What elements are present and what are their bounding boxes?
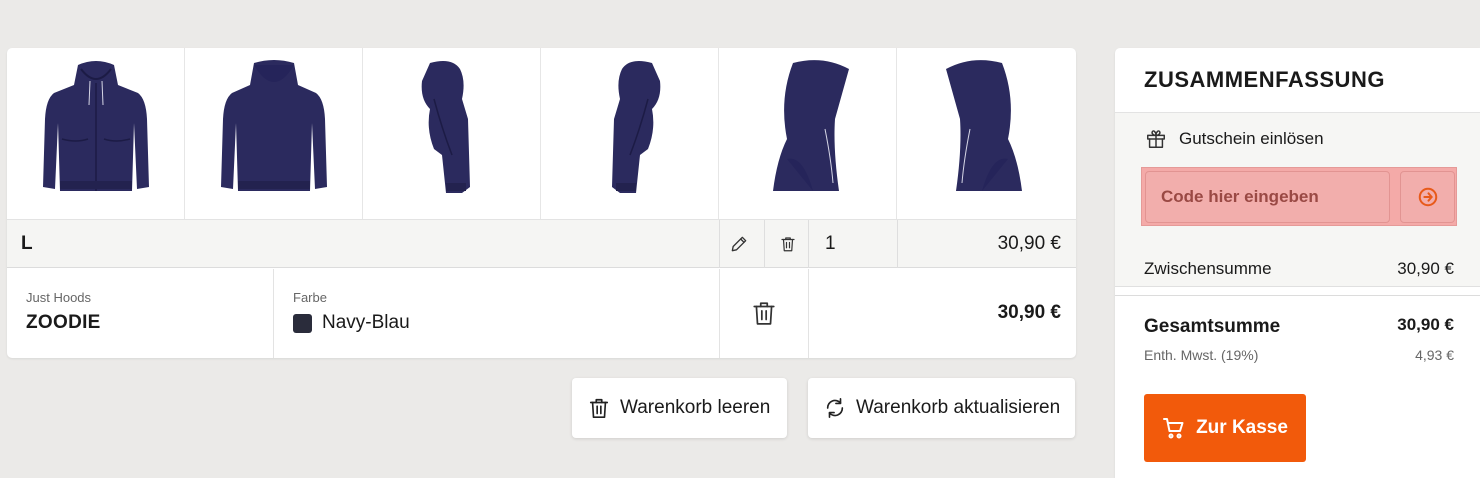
coupon-toggle[interactable]: Gutschein einlösen <box>1145 128 1324 150</box>
divider <box>897 220 898 268</box>
color-swatch <box>293 313 312 333</box>
divider <box>764 220 765 268</box>
product-image-hood-right[interactable] <box>897 48 1076 219</box>
subtotal-value: 30,90 € <box>1397 259 1454 278</box>
remove-product-button[interactable] <box>751 299 777 332</box>
product-name[interactable]: ZOODIE <box>26 312 101 334</box>
edit-size-button[interactable] <box>729 220 749 268</box>
clear-cart-label: Warenkorb leeren <box>620 397 771 418</box>
total-label: Gesamtsumme <box>1144 316 1281 337</box>
cart-icon <box>1163 418 1184 439</box>
trash-icon <box>589 398 609 418</box>
divider <box>719 220 720 268</box>
update-cart-button[interactable]: Warenkorb aktualisieren <box>808 378 1075 438</box>
color-name: Navy-Blau <box>322 312 410 333</box>
divider <box>808 220 809 268</box>
product-image-hood-left[interactable] <box>719 48 897 219</box>
product-views-strip <box>7 48 1076 219</box>
subtotal-label: Zwischensumme <box>1144 259 1272 278</box>
checkout-label: Zur Kasse <box>1196 417 1288 438</box>
color-value: Navy-Blau <box>293 312 410 334</box>
trash-icon <box>781 237 795 252</box>
order-summary: ZUSAMMENFASSUNG Gutschein einlösen Zwisc… <box>1115 48 1480 478</box>
divider <box>273 269 274 358</box>
delete-size-button[interactable] <box>779 220 797 268</box>
clear-cart-button[interactable]: Warenkorb leeren <box>572 378 787 438</box>
total-value: 30,90 € <box>1397 315 1454 334</box>
product-image-front[interactable] <box>7 48 185 219</box>
vat-value: 4,93 € <box>1415 347 1454 363</box>
color-label: Farbe <box>293 290 327 305</box>
pencil-icon <box>731 236 747 252</box>
coupon-label: Gutschein einlösen <box>1179 129 1324 148</box>
product-total: 30,90 € <box>997 302 1061 323</box>
refresh-icon <box>826 398 844 418</box>
product-image-right[interactable] <box>541 48 719 219</box>
vat-label: Enth. Mwst. (19%) <box>1144 347 1259 363</box>
coupon-submit-button[interactable] <box>1400 171 1455 223</box>
product-brand: Just Hoods <box>26 290 92 305</box>
cart-item-card: L 1 30,90 € Just Hoods ZOODIE Farbe Navy… <box>7 48 1076 358</box>
subtotal-row: Zwischensumme 30,90 € <box>1115 248 1480 296</box>
divider <box>719 269 720 358</box>
coupon-form <box>1141 167 1457 226</box>
update-cart-label: Warenkorb aktualisieren <box>856 397 1061 418</box>
coupon-code-input[interactable] <box>1145 171 1390 223</box>
product-row: Just Hoods ZOODIE Farbe Navy-Blau 30,90 … <box>7 269 1076 358</box>
size-label: L <box>21 233 33 254</box>
checkout-button[interactable]: Zur Kasse <box>1144 394 1306 462</box>
size-row: L 1 30,90 € <box>7 219 1076 268</box>
summary-title: ZUSAMMENFASSUNG <box>1144 67 1385 92</box>
size-price: 30,90 € <box>997 233 1061 254</box>
divider <box>808 269 809 358</box>
product-image-left[interactable] <box>363 48 541 219</box>
quantity-input[interactable]: 1 <box>825 220 836 268</box>
trash-icon <box>753 302 775 325</box>
arrow-right-circle-icon <box>1418 187 1437 207</box>
product-image-back[interactable] <box>185 48 363 219</box>
gift-icon <box>1147 130 1165 148</box>
